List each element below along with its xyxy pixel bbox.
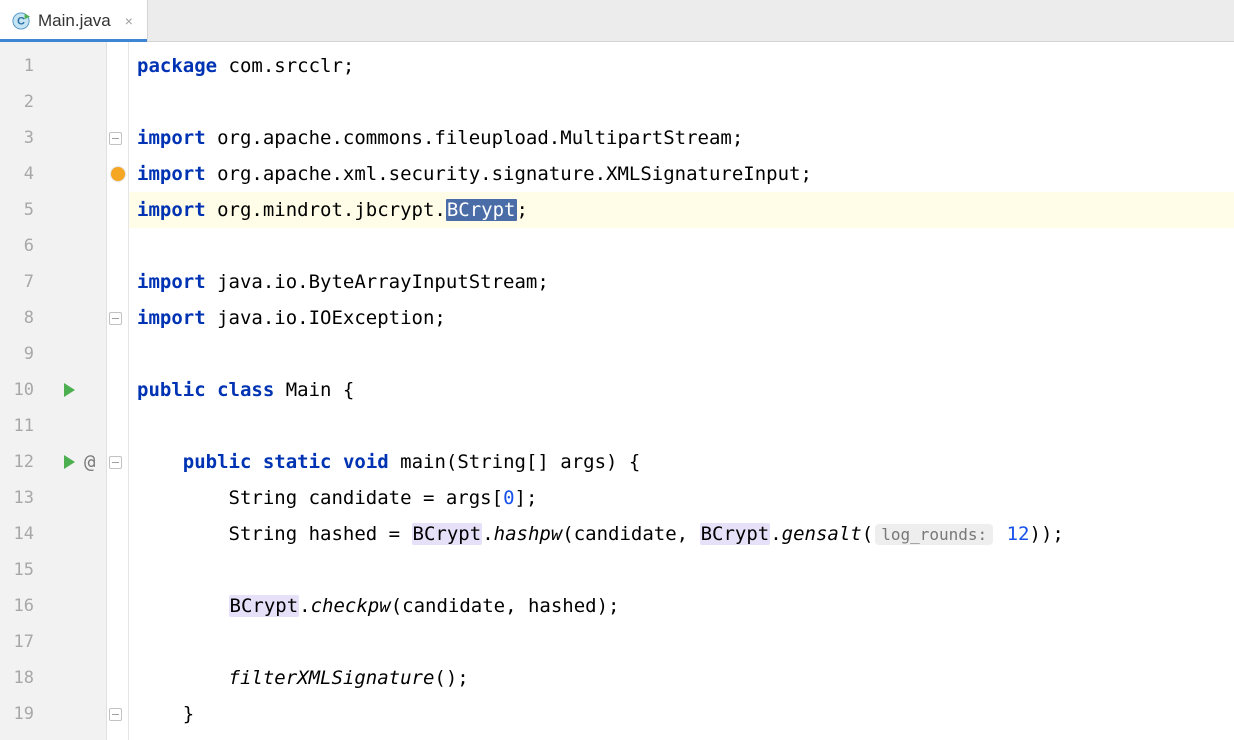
tab-filename: Main.java [38,11,111,31]
line-number[interactable]: 3 [0,128,40,148]
code-line[interactable]: import java.io.IOException; [129,300,1234,336]
line-number[interactable]: 8 [0,308,40,328]
tab-bar: C Main.java × [0,0,1234,42]
line-number[interactable]: 16 [0,596,40,616]
code-line[interactable] [129,408,1234,444]
svg-text:C: C [17,15,25,27]
warning-icon[interactable] [111,167,125,181]
usage-highlight: BCrypt [700,523,771,545]
selection: BCrypt [446,199,517,221]
fold-icon[interactable] [109,312,122,325]
run-icon[interactable] [64,455,75,469]
line-number[interactable]: 15 [0,560,40,580]
line-number[interactable]: 7 [0,272,40,292]
code-line[interactable]: } [129,696,1234,732]
close-icon[interactable]: × [125,13,133,29]
fold-icon[interactable] [109,132,122,145]
java-class-icon: C [12,12,30,30]
code-line[interactable] [129,228,1234,264]
usage-highlight: BCrypt [229,595,300,617]
code-line[interactable] [129,552,1234,588]
code-line[interactable]: public static void main(String[] args) { [129,444,1234,480]
code-line[interactable]: import org.apache.xml.security.signature… [129,156,1234,192]
fold-icon[interactable] [109,456,122,469]
line-number[interactable]: 2 [0,92,40,112]
editor: 1 2 3 4 5 6 7 8 9 10 11 12@ 13 14 15 16 … [0,42,1234,740]
code-line[interactable]: public class Main { [129,372,1234,408]
line-number[interactable]: 4 [0,164,40,184]
gutter-fold-area[interactable] [107,42,129,740]
code-line[interactable]: package com.srcclr; [129,48,1234,84]
code-line-current[interactable]: import org.mindrot.jbcrypt.BCrypt; [129,192,1234,228]
line-number[interactable]: 6 [0,236,40,256]
line-number[interactable]: 19 [0,704,40,724]
line-number[interactable]: 10 [0,380,40,400]
code-line[interactable]: String hashed = BCrypt.hashpw(candidate,… [129,516,1234,552]
line-number[interactable]: 5 [0,200,40,220]
line-number[interactable]: 11 [0,416,40,436]
code-line[interactable]: import org.apache.commons.fileupload.Mul… [129,120,1234,156]
line-number[interactable]: 18 [0,668,40,688]
code-line[interactable]: import java.io.ByteArrayInputStream; [129,264,1234,300]
code-line[interactable]: filterXMLSignature(); [129,660,1234,696]
code-line[interactable] [129,84,1234,120]
code-area[interactable]: package com.srcclr; import org.apache.co… [129,42,1234,740]
override-icon[interactable]: @ [84,451,95,473]
run-icon[interactable] [64,383,75,397]
code-line[interactable] [129,336,1234,372]
line-number[interactable]: 1 [0,56,40,76]
tab-main-java[interactable]: C Main.java × [0,0,148,41]
fold-icon[interactable] [109,708,122,721]
line-number[interactable]: 17 [0,632,40,652]
gutter[interactable]: 1 2 3 4 5 6 7 8 9 10 11 12@ 13 14 15 16 … [0,42,107,740]
line-number[interactable]: 14 [0,524,40,544]
code-line[interactable]: String candidate = args[0]; [129,480,1234,516]
line-number[interactable]: 12 [0,452,40,472]
code-line[interactable]: BCrypt.checkpw(candidate, hashed); [129,588,1234,624]
code-line[interactable] [129,624,1234,660]
usage-highlight: BCrypt [412,523,483,545]
line-number[interactable]: 9 [0,344,40,364]
parameter-hint: log_rounds: [875,524,993,545]
line-number[interactable]: 13 [0,488,40,508]
